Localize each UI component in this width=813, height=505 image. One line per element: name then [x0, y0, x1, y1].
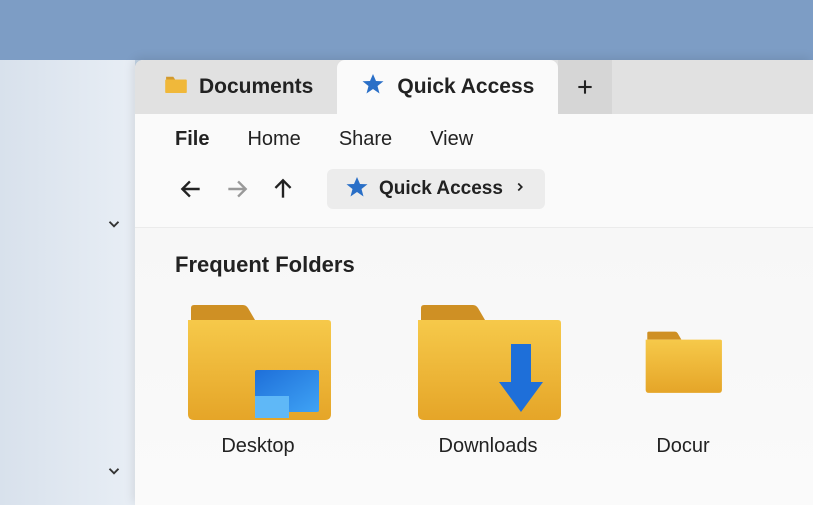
breadcrumb-current: Quick Access — [379, 178, 503, 200]
menu-view[interactable]: View — [430, 128, 473, 151]
sidebar-collapse-bottom[interactable] — [105, 462, 123, 485]
folder-icon — [165, 75, 187, 99]
menu-share[interactable]: Share — [339, 128, 392, 151]
tab-strip: Documents Quick Access — [135, 60, 813, 114]
star-icon — [345, 175, 369, 204]
chevron-right-icon — [513, 180, 527, 199]
folder-icon — [413, 302, 563, 427]
folder-label: Desktop — [221, 435, 294, 458]
folder-documents[interactable]: Docur — [643, 302, 723, 458]
folder-label: Docur — [656, 435, 709, 458]
menu-file[interactable]: File — [175, 128, 209, 151]
tab-label: Documents — [199, 75, 313, 99]
tab-documents[interactable]: Documents — [141, 60, 337, 114]
file-explorer-window: Documents Quick Access File Home Share V… — [135, 60, 813, 505]
new-tab-button[interactable] — [558, 60, 612, 114]
menu-bar: File Home Share View — [135, 114, 813, 159]
folder-grid: Desktop — [135, 302, 813, 458]
up-button[interactable] — [263, 171, 303, 207]
sidebar-collapse-top[interactable] — [105, 215, 123, 238]
forward-button[interactable] — [217, 171, 257, 207]
folder-icon — [183, 302, 333, 427]
navigation-bar: Quick Access — [135, 159, 813, 228]
back-button[interactable] — [171, 171, 211, 207]
sidebar-panel — [0, 60, 135, 505]
folder-icon — [643, 302, 723, 427]
section-title: Frequent Folders — [135, 228, 813, 302]
folder-desktop[interactable]: Desktop — [183, 302, 333, 458]
folder-downloads[interactable]: Downloads — [413, 302, 563, 458]
menu-home[interactable]: Home — [247, 128, 300, 151]
tab-label: Quick Access — [397, 75, 534, 99]
tab-quick-access[interactable]: Quick Access — [337, 60, 558, 114]
breadcrumb[interactable]: Quick Access — [327, 169, 545, 209]
star-icon — [361, 72, 385, 102]
folder-label: Downloads — [439, 435, 538, 458]
